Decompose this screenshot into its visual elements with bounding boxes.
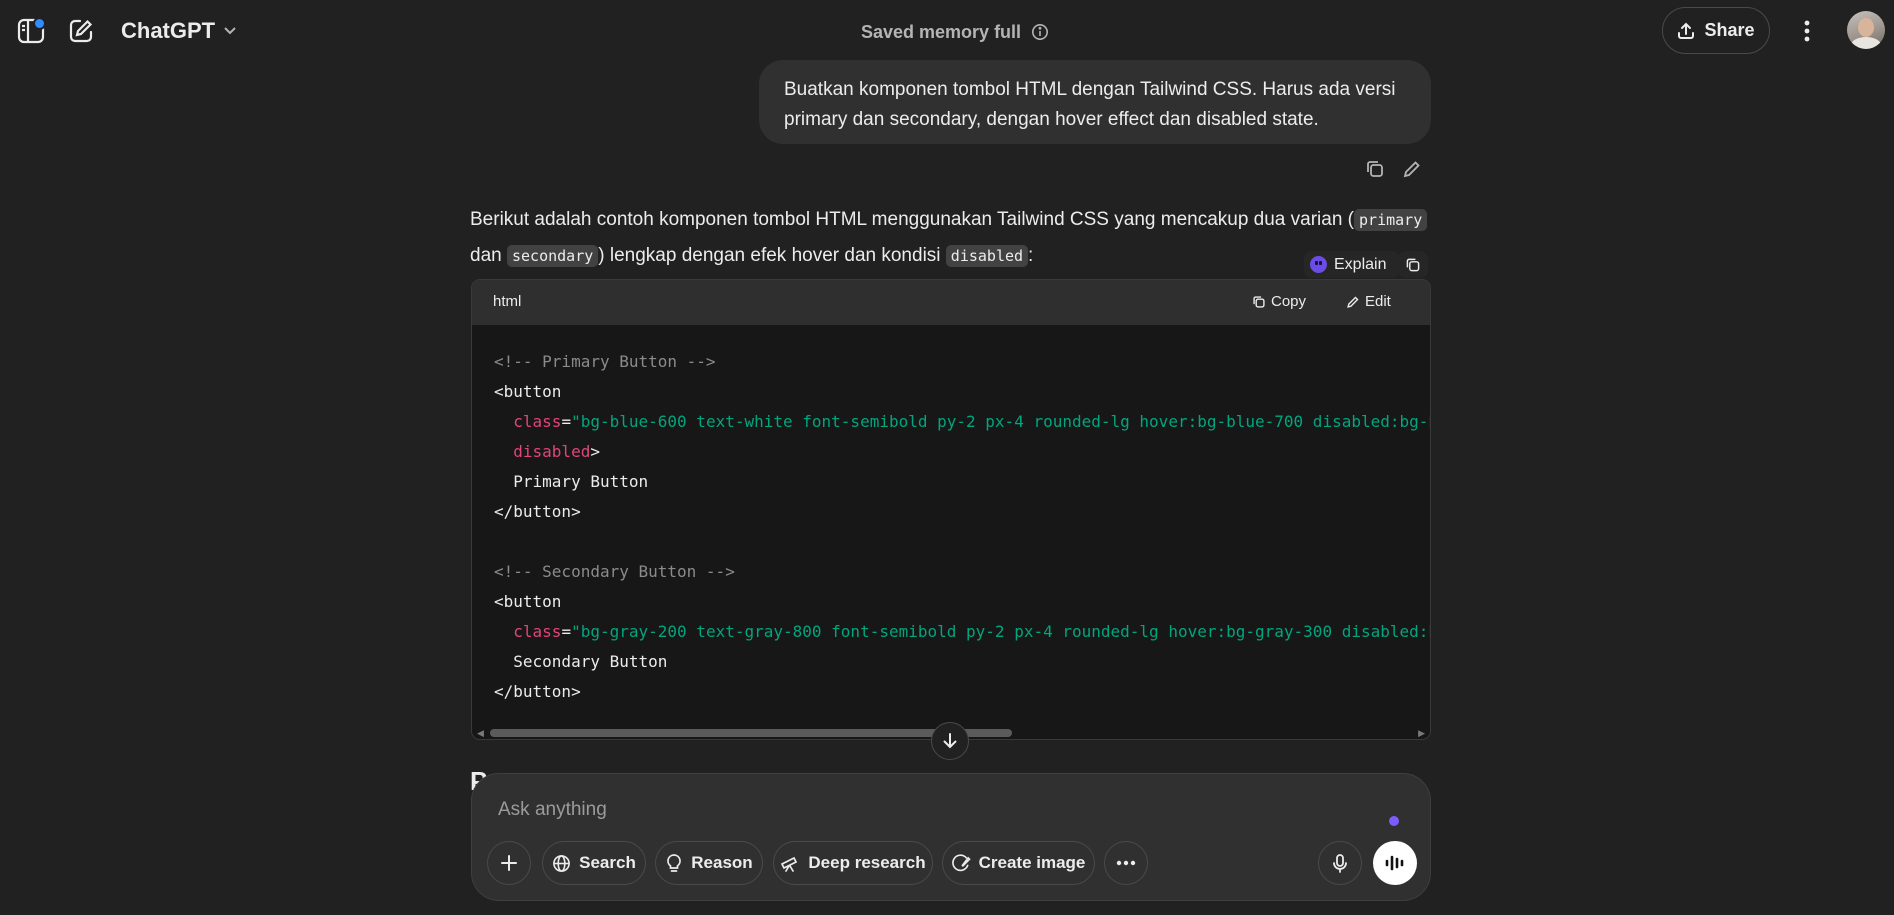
code-attr: disabled	[513, 442, 591, 461]
edit-message-button[interactable]	[1399, 156, 1425, 182]
code-line: </button>	[494, 502, 581, 521]
code-line: <button	[494, 382, 562, 401]
code-line: <!-- Secondary Button -->	[494, 562, 735, 581]
status-dot	[1389, 816, 1399, 826]
top-bar: ChatGPT Saved memory full Share	[0, 0, 1894, 62]
image-brush-icon	[951, 853, 971, 873]
code-copy-label: Copy	[1271, 293, 1307, 310]
search-tool-button[interactable]: Search	[542, 841, 646, 885]
code-eq: =	[561, 622, 572, 641]
code-edit-button[interactable]: Edit	[1346, 293, 1391, 310]
code-eq: =	[561, 412, 572, 431]
arrow-down-icon	[941, 732, 959, 750]
code-line: </button>	[494, 682, 581, 701]
intro-text-2: dan	[470, 245, 507, 266]
edit-pencil-icon	[1346, 295, 1360, 309]
code-header: html Copy Edit	[472, 280, 1430, 325]
code-line: Primary Button	[513, 472, 649, 491]
dictate-button[interactable]	[1318, 841, 1362, 885]
prompt-input[interactable]	[496, 798, 1300, 822]
share-button[interactable]: Share	[1662, 7, 1770, 54]
code-attr: class	[513, 412, 562, 431]
avatar[interactable]	[1847, 11, 1885, 49]
plus-icon	[500, 854, 518, 872]
more-horizontal-icon	[1116, 860, 1136, 866]
edit-pencil-icon	[1402, 159, 1422, 179]
code-block: html Copy Edit <!-- Primary Button --> <…	[471, 279, 1431, 740]
explain-button[interactable]: Explain	[1304, 251, 1400, 278]
sidebar-toggle-button[interactable]	[14, 14, 48, 48]
memory-status[interactable]: Saved memory full	[861, 19, 1049, 45]
notification-dot	[33, 17, 46, 30]
telescope-icon	[780, 854, 800, 872]
memory-status-label: Saved memory full	[861, 21, 1022, 42]
create-image-button[interactable]: Create image	[942, 841, 1095, 885]
intro-text-1: Berikut adalah contoh komponen tombol HT…	[470, 209, 1355, 230]
code-string: "bg-blue-600 text-white font-semibold py…	[571, 412, 1430, 431]
share-icon	[1677, 22, 1695, 40]
code-punct: >	[590, 442, 600, 461]
code-edit-label: Edit	[1365, 293, 1391, 310]
intro-text-3: ) lengkap dengan efek hover dan kondisi	[598, 245, 946, 266]
more-tools-button[interactable]	[1104, 841, 1148, 885]
intro-text-4: :	[1028, 245, 1034, 266]
new-chat-icon	[68, 18, 94, 44]
explain-label: Explain	[1334, 255, 1387, 273]
copy-icon	[1252, 295, 1266, 309]
composer: Search Reason Deep research Create image	[471, 773, 1431, 901]
reason-tool-button[interactable]: Reason	[655, 841, 763, 885]
share-label: Share	[1704, 20, 1755, 40]
copy-icon	[1405, 257, 1421, 273]
scroll-to-bottom-button[interactable]	[931, 722, 969, 760]
info-icon	[1031, 23, 1049, 41]
explain-icon	[1310, 256, 1327, 273]
globe-icon	[552, 854, 571, 873]
selection-copy-button[interactable]	[1398, 251, 1428, 278]
user-message: Buatkan komponen tombol HTML dengan Tail…	[759, 60, 1431, 144]
create-image-label: Create image	[978, 853, 1086, 872]
new-chat-button[interactable]	[64, 14, 98, 48]
scroll-left-arrow[interactable]: ◀	[477, 728, 484, 739]
inline-code-secondary: secondary	[506, 245, 599, 267]
scroll-right-arrow[interactable]: ▶	[1418, 728, 1425, 739]
voice-wave-icon	[1384, 853, 1406, 873]
code-line: <button	[494, 592, 562, 611]
copy-message-button[interactable]	[1362, 156, 1388, 182]
voice-mode-button[interactable]	[1373, 841, 1417, 885]
code-string: "bg-gray-200 text-gray-800 font-semibold…	[571, 622, 1431, 641]
code-line: <!-- Primary Button -->	[494, 352, 716, 371]
deep-research-button[interactable]: Deep research	[773, 841, 933, 885]
code-language: html	[493, 293, 522, 310]
code-attr: class	[513, 622, 562, 641]
deep-research-label: Deep research	[808, 853, 926, 872]
reason-tool-label: Reason	[691, 853, 753, 872]
more-vertical-icon	[1804, 20, 1810, 42]
add-attachment-button[interactable]	[487, 841, 531, 885]
app-title: ChatGPT	[121, 18, 216, 43]
code-line: Secondary Button	[513, 652, 668, 671]
model-selector[interactable]: ChatGPT	[121, 16, 237, 46]
search-tool-label: Search	[579, 853, 636, 872]
inline-code-primary: primary	[1354, 209, 1428, 231]
inline-code-disabled: disabled	[945, 245, 1029, 267]
copy-icon	[1365, 159, 1385, 179]
code-content: <!-- Primary Button --> <button class="b…	[494, 347, 1431, 707]
assistant-intro: Berikut adalah contoh komponen tombol HT…	[470, 202, 1430, 274]
code-copy-button[interactable]: Copy	[1252, 293, 1306, 310]
lightbulb-icon	[665, 853, 683, 873]
chevron-down-icon	[223, 26, 237, 36]
mic-icon	[1332, 853, 1348, 873]
more-options-button[interactable]	[1790, 14, 1824, 48]
